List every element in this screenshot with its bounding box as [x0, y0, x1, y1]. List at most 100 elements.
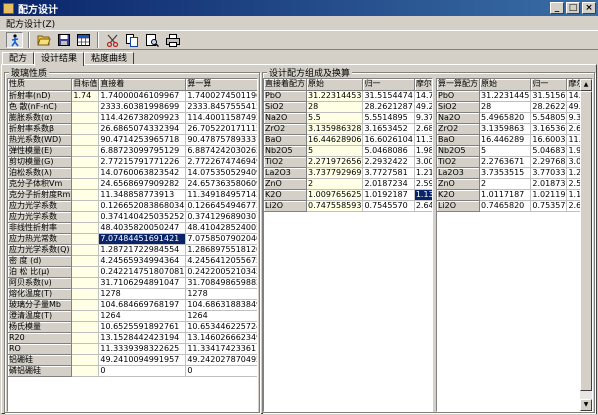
target-value-cell[interactable] — [71, 200, 100, 212]
save-icon[interactable] — [55, 32, 72, 48]
table-row[interactable]: La2O33.73535153.770331.21145 — [437, 167, 592, 179]
target-value-cell[interactable]: 1.74 — [71, 90, 100, 102]
table-row[interactable]: BaO16.4462890616.602610411.33393 — [264, 134, 432, 146]
open-folder-icon[interactable] — [35, 32, 52, 48]
table-row[interactable]: PbO31.2231445331.515447414.7813308 — [264, 90, 432, 102]
table-row[interactable]: 克分子折射度Rm 11.34885877391311.3491849571436 — [8, 189, 257, 201]
table-row[interactable]: PbO31.223144531.515614.7816 — [437, 90, 592, 102]
oxide-name-cell[interactable]: Na2O — [437, 112, 480, 124]
calc-value-cell[interactable]: 1264 — [185, 310, 257, 322]
normalized-value-cell[interactable]: 5.5514895 — [362, 112, 415, 124]
scroll-down-icon[interactable]: ▼ — [580, 399, 592, 411]
property-name-cell[interactable]: 弹性模量(E) — [8, 145, 73, 157]
normalized-value-cell[interactable]: 16.6026104 — [362, 134, 415, 146]
direct-value-cell[interactable]: 11.348858773913 — [98, 189, 187, 201]
col-header-property[interactable]: 性质 — [8, 79, 73, 91]
calc-value-cell[interactable]: 90.4787578933371 — [185, 134, 257, 146]
molar-ratio-cell[interactable]: 2.59652234 — [414, 178, 432, 190]
table-row[interactable]: 泊 松 比(μ) 0.2422147518070810.2422005210345… — [8, 266, 257, 278]
original-value-cell[interactable]: 5.4965820 — [479, 112, 532, 124]
calc-value-cell[interactable]: 4.24564120556759 — [185, 255, 257, 267]
col-header-molar-ratio[interactable]: 摩尔比 — [414, 79, 432, 91]
original-value-cell[interactable]: 16.44628906 — [306, 134, 364, 146]
normalized-value-cell[interactable]: 5.54805 — [530, 112, 568, 124]
target-value-cell[interactable] — [71, 266, 100, 278]
grid-icon[interactable] — [75, 32, 92, 48]
target-value-cell[interactable] — [71, 123, 100, 135]
direct-value-cell[interactable]: 1.28721722984554 — [98, 244, 187, 256]
target-value-cell[interactable] — [71, 211, 100, 223]
property-name-cell[interactable]: 热光系数(WD) — [8, 134, 73, 146]
property-name-cell[interactable]: 澄清温度(T) — [8, 310, 73, 322]
oxide-name-cell[interactable]: Na2O — [264, 112, 307, 124]
col-header-direct-formula[interactable]: 直接着配方 — [264, 79, 307, 91]
normalized-value-cell[interactable]: 2.0187234 — [362, 178, 415, 190]
molar-ratio-cell[interactable]: 49.2410094 — [414, 101, 432, 113]
target-value-cell[interactable] — [71, 233, 100, 245]
molar-ratio-cell[interactable]: 1.21222109 — [414, 167, 432, 179]
copy-icon[interactable] — [124, 32, 141, 48]
original-value-cell[interactable]: 3.135986328 — [306, 123, 364, 135]
table-row[interactable]: 热光系数(WD) 90.471425396571890.4787578933371 — [8, 134, 257, 146]
normalized-value-cell[interactable]: 0.75357 — [530, 200, 568, 212]
oxide-name-cell[interactable]: TiO2 — [437, 156, 480, 168]
table-row[interactable]: 膨胀系数(α) 114.426738209923114.400115874924 — [8, 112, 257, 124]
normalized-value-cell[interactable]: 1.02119 — [530, 189, 568, 201]
target-value-cell[interactable] — [71, 354, 100, 366]
direct-value-cell[interactable]: 2333.60381998699 — [98, 101, 187, 113]
original-value-cell[interactable]: 16.446289 — [479, 134, 532, 146]
calc-value-cell[interactable]: 6.88742420302657 — [185, 145, 257, 157]
table-row[interactable]: 应力光学系数 0.3741404250352520.374129689030133 — [8, 211, 257, 223]
property-name-cell[interactable]: 剪切模量(G) — [8, 156, 73, 168]
original-value-cell[interactable]: 1.009765625 — [306, 189, 364, 201]
direct-value-cell[interactable]: 24.6568697909282 — [98, 178, 187, 190]
oxide-name-cell[interactable]: Nb2O5 — [264, 145, 307, 157]
property-name-cell[interactable]: 应力热光常数 — [8, 233, 73, 245]
calc-value-cell[interactable]: 1.74002745011961 — [185, 90, 257, 102]
property-name-cell[interactable]: 克分子折射度Rm — [8, 189, 73, 201]
calc-value-cell[interactable]: 31.7084986598822 — [185, 277, 257, 289]
col-header-original[interactable]: 原始 — [306, 79, 364, 91]
calc-formula-grid[interactable]: 算一算配方 原始 归一 摩尔比 PbO31.223144531.515614.7… — [436, 78, 593, 412]
original-value-cell[interactable]: 5.5 — [306, 112, 364, 124]
oxide-name-cell[interactable]: Li2O — [264, 200, 307, 212]
col-header-target[interactable]: 目标值 — [71, 79, 100, 91]
property-name-cell[interactable]: 泊松系数(λ) — [8, 167, 73, 179]
calc-value-cell[interactable]: 49.2420278704957 — [185, 354, 257, 366]
maximize-icon[interactable]: □ — [566, 2, 580, 14]
calc-value-cell[interactable]: 24.6573635806094 — [185, 178, 257, 190]
normalized-value-cell[interactable]: 1.0192187 — [362, 189, 415, 201]
molar-ratio-cell[interactable]: 11.33393 — [414, 134, 432, 146]
normalized-value-cell[interactable]: 3.1653452 — [362, 123, 415, 135]
oxide-name-cell[interactable]: K2O — [264, 189, 307, 201]
normalized-value-cell[interactable]: 3.7727581 — [362, 167, 415, 179]
direct-value-cell[interactable]: 90.4714253965718 — [98, 134, 187, 146]
original-value-cell[interactable]: 2 — [479, 178, 532, 190]
calc-value-cell[interactable]: 0.242200521034569 — [185, 266, 257, 278]
direct-value-cell[interactable]: 48.4035820050247 — [98, 222, 187, 234]
oxide-name-cell[interactable]: SiO2 — [437, 101, 480, 113]
minimize-icon[interactable]: _ — [550, 2, 564, 14]
original-value-cell[interactable]: 2.2763671 — [479, 156, 532, 168]
oxide-name-cell[interactable]: La2O3 — [264, 167, 307, 179]
normalized-value-cell[interactable]: 2.2932422 — [362, 156, 415, 168]
calc-value-cell[interactable]: 48.4104285240054 — [185, 222, 257, 234]
property-name-cell[interactable]: 阿贝系数(ν) — [8, 277, 73, 289]
table-row[interactable]: 应力光学系数(Q) 1.287217229845541.2868975518120… — [8, 244, 257, 256]
target-value-cell[interactable] — [71, 343, 100, 355]
original-value-cell[interactable]: 28 — [479, 101, 532, 113]
direct-value-cell[interactable]: 11.3339398322625 — [98, 343, 187, 355]
table-row[interactable]: Na2O5.49658205.548059.37103 — [437, 112, 592, 124]
target-value-cell[interactable] — [71, 244, 100, 256]
direct-value-cell[interactable]: 0.242214751807081 — [98, 266, 187, 278]
col-header-normalized[interactable]: 归一 — [530, 79, 568, 91]
normalized-value-cell[interactable]: 5.0468086 — [362, 145, 415, 157]
property-name-cell[interactable]: 非线性折射率 — [8, 222, 73, 234]
direct-value-cell[interactable]: 114.426738209923 — [98, 112, 187, 124]
target-value-cell[interactable] — [71, 189, 100, 201]
direct-value-cell[interactable]: 14.0760063823542 — [98, 167, 187, 179]
molar-ratio-cell[interactable]: 3.00539452 — [414, 156, 432, 168]
property-name-cell[interactable]: 应力光学系数 — [8, 211, 73, 223]
calc-value-cell[interactable]: 13.1460266623494 — [185, 332, 257, 344]
property-name-cell[interactable]: 熔化温度(T) — [8, 288, 73, 300]
